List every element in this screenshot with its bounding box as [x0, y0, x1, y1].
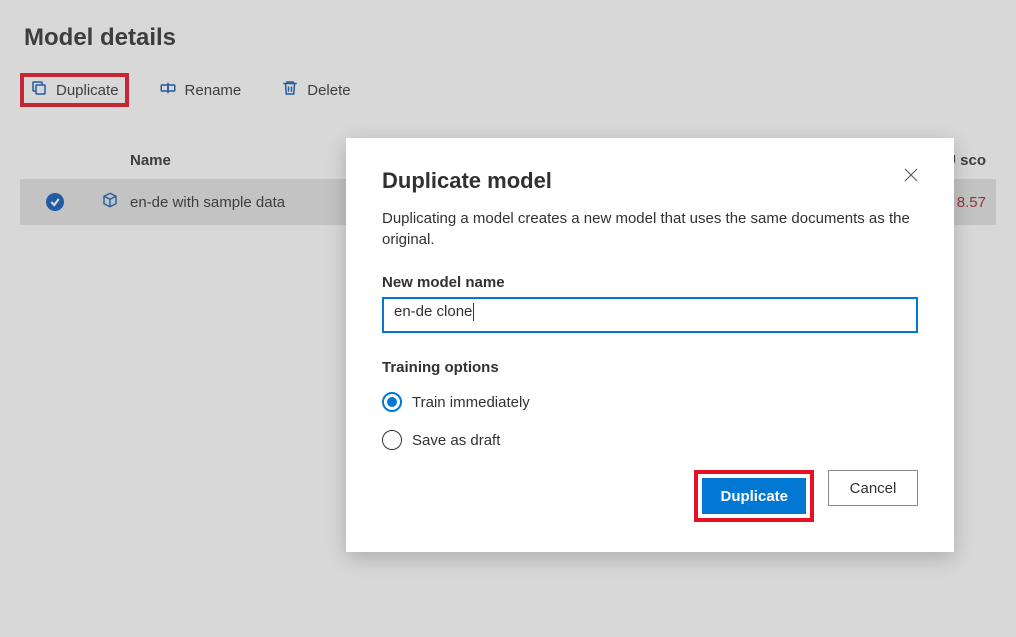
dialog-title: Duplicate model [382, 168, 552, 194]
close-icon[interactable] [904, 168, 918, 187]
text-caret [473, 303, 474, 321]
dialog-description: Duplicating a model creates a new model … [382, 208, 918, 250]
radio-train-immediately[interactable]: Train immediately [382, 392, 918, 412]
primary-button-highlight: Duplicate [694, 470, 814, 522]
new-model-name-value: en-de clone [394, 303, 472, 320]
radio-save-as-draft-label: Save as draft [412, 432, 500, 449]
new-model-name-input[interactable]: en-de clone [382, 297, 918, 333]
radio-icon [382, 430, 402, 450]
training-options-label: Training options [382, 359, 918, 376]
duplicate-model-dialog: Duplicate model Duplicating a model crea… [346, 138, 954, 552]
radio-icon [382, 392, 402, 412]
duplicate-confirm-button[interactable]: Duplicate [702, 478, 806, 514]
radio-train-immediately-label: Train immediately [412, 394, 530, 411]
radio-save-as-draft[interactable]: Save as draft [382, 430, 918, 450]
new-model-name-label: New model name [382, 274, 918, 291]
cancel-button[interactable]: Cancel [828, 470, 918, 506]
